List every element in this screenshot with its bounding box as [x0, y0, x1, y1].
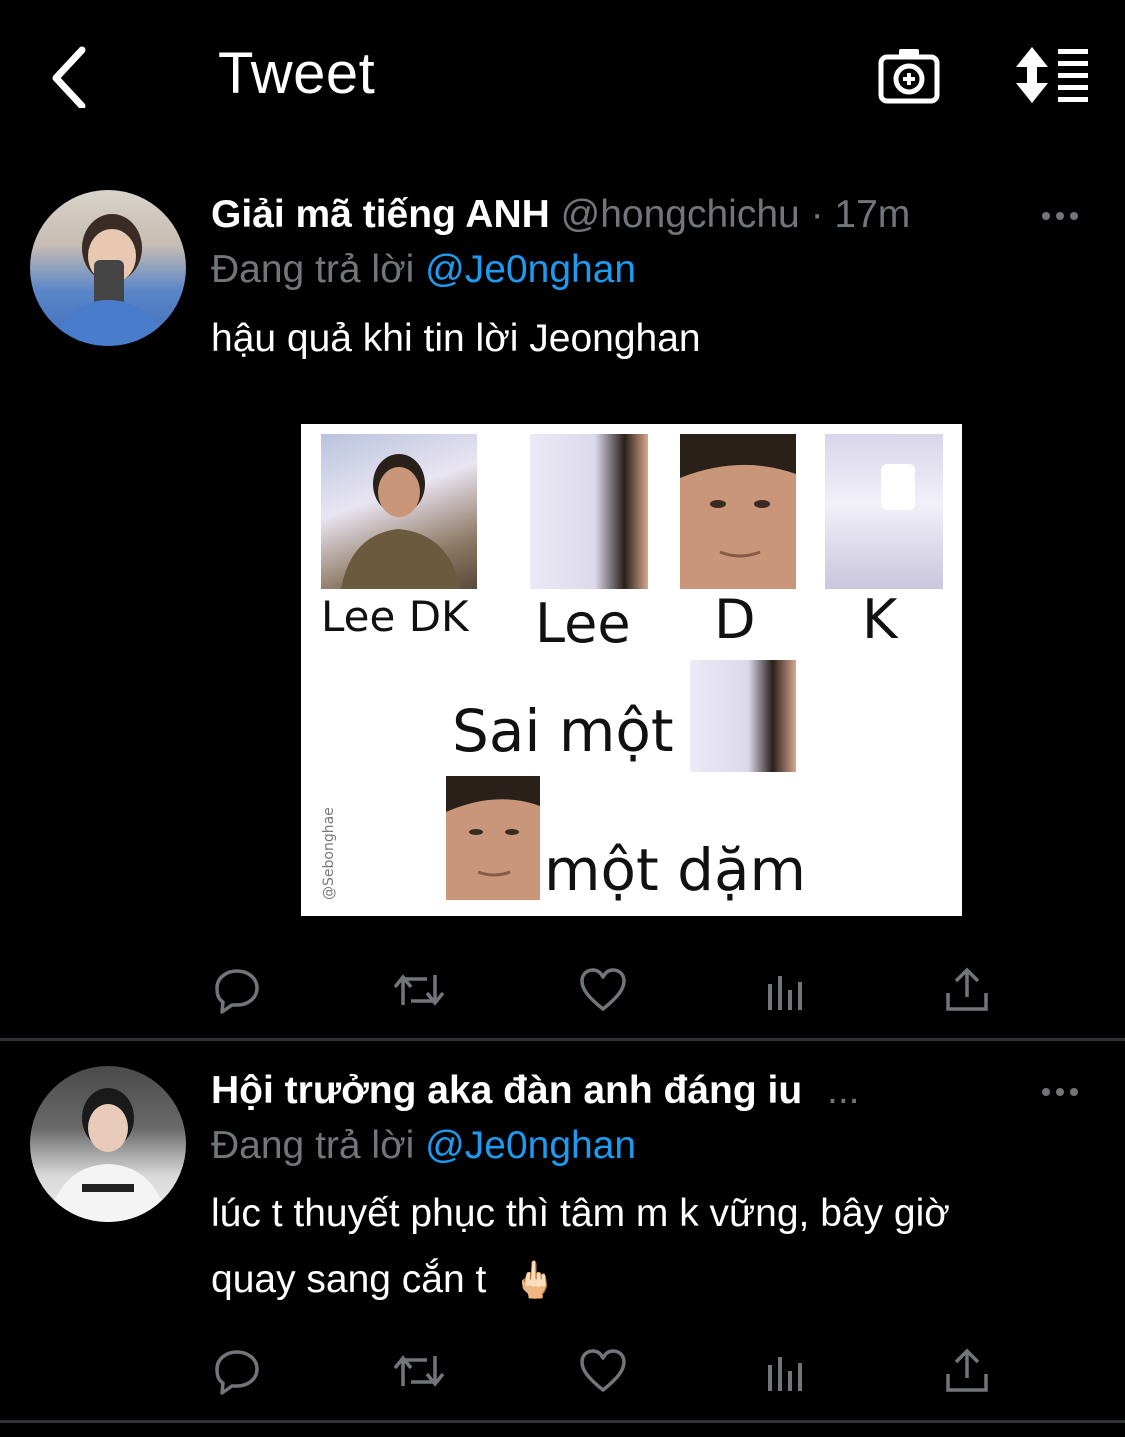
author-name[interactable]: Giải mã tiếng ANH: [211, 193, 550, 236]
tweet-actions: [0, 960, 1125, 1020]
author-handle[interactable]: @hongchichu: [561, 193, 800, 236]
reply-icon: [215, 1350, 259, 1395]
divider: [0, 1038, 1125, 1041]
reply-mention-link[interactable]: @Je0nghan: [425, 1124, 636, 1167]
name-truncation: ...: [827, 1069, 860, 1112]
page-title: Tweet: [218, 41, 376, 106]
analytics-button[interactable]: [756, 960, 816, 1020]
tweet-text: hậu quả khi tin lời Jeonghan: [211, 317, 701, 360]
photo-d: [680, 434, 796, 589]
sort-replies-button[interactable]: [1012, 40, 1092, 110]
reply-button[interactable]: [207, 960, 267, 1020]
like-button[interactable]: [573, 960, 633, 1020]
caption-d: D: [714, 588, 756, 651]
reply-mention-link[interactable]: @Je0nghan: [425, 248, 636, 291]
camera-button[interactable]: [874, 40, 944, 110]
tweet-text-line: quay sang cắn t: [211, 1258, 487, 1301]
heart-icon: [580, 968, 626, 1011]
more-dots-icon: [1042, 1088, 1078, 1096]
tweet-image[interactable]: Lee DK Lee D K Sai một một dặm @Sebongha…: [301, 424, 962, 916]
share-button[interactable]: [937, 960, 997, 1020]
retweet-button[interactable]: [389, 960, 449, 1020]
like-button[interactable]: [573, 1341, 633, 1401]
caption-k: K: [862, 588, 898, 651]
replying-to-label: Đang trả lời: [211, 248, 415, 291]
reply-button[interactable]: [207, 1341, 267, 1401]
avatar[interactable]: [30, 190, 186, 346]
replying-to-label: Đang trả lời: [211, 1124, 415, 1167]
retweet-icon: [393, 1355, 445, 1387]
sort-icon: [1016, 47, 1088, 103]
tweet-text: lúc t thuyết phục thì tâm m k vững, bây …: [211, 1181, 1091, 1313]
author-name[interactable]: Hội trưởng aka đàn anh đáng iu: [211, 1069, 802, 1112]
retweet-button[interactable]: [389, 1341, 449, 1401]
more-options-button[interactable]: [1040, 196, 1080, 241]
reply-icon: [215, 969, 259, 1014]
analytics-icon: [768, 1357, 802, 1391]
caption-sai-mot: Sai một: [452, 697, 674, 765]
caption-lee-dk: Lee DK: [321, 592, 469, 641]
share-icon: [946, 967, 988, 1011]
caption-mot-dam: một dặm: [544, 836, 807, 904]
photo-lee-dk: [321, 434, 477, 589]
analytics-button[interactable]: [756, 1341, 816, 1401]
chevron-left-icon: [52, 46, 86, 108]
camera-plus-icon: [878, 49, 940, 104]
tweet-text-line: lúc t thuyết phục thì tâm m k vững, bây …: [211, 1192, 950, 1235]
middle-finger-emoji: 🖕🏻: [512, 1259, 558, 1300]
watermark: @Sebonghae: [321, 807, 337, 900]
timestamp[interactable]: · 17m: [811, 193, 911, 236]
avatar[interactable]: [30, 1066, 186, 1222]
tweet-actions: [0, 1341, 1125, 1401]
back-button[interactable]: [38, 40, 98, 112]
photo-k: [825, 434, 943, 589]
avatar-person-icon: [50, 214, 170, 346]
caption-lee: Lee: [535, 592, 631, 655]
share-button[interactable]: [937, 1341, 997, 1401]
photo-sai-mot: [690, 660, 796, 772]
photo-lee: [530, 434, 648, 589]
analytics-icon: [768, 976, 802, 1010]
share-icon: [946, 1348, 988, 1392]
more-options-button[interactable]: [1040, 1072, 1080, 1117]
divider: [0, 1420, 1125, 1423]
avatar-person-icon: [48, 1088, 168, 1222]
heart-icon: [580, 1349, 626, 1392]
more-dots-icon: [1042, 212, 1078, 220]
photo-mot-dam: [446, 776, 540, 900]
retweet-icon: [393, 974, 445, 1006]
